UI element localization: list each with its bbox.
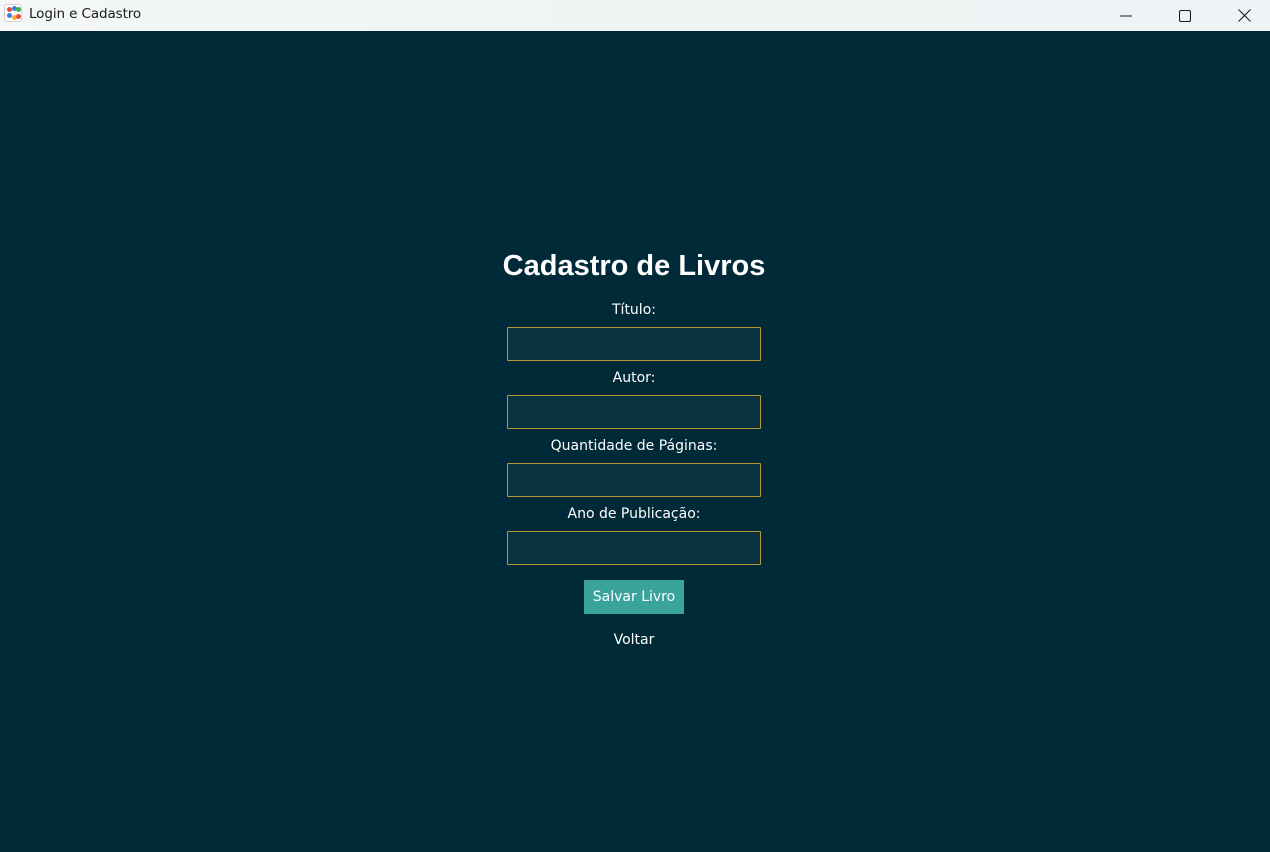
publication-year-field[interactable] bbox=[507, 531, 761, 565]
minimize-button[interactable] bbox=[1097, 0, 1155, 31]
author-label: Autor: bbox=[612, 370, 656, 386]
title-field[interactable] bbox=[507, 327, 761, 361]
close-button[interactable] bbox=[1215, 0, 1270, 31]
close-icon bbox=[1237, 9, 1251, 22]
maximize-button[interactable] bbox=[1156, 0, 1214, 31]
page-count-label: Quantidade de Páginas: bbox=[550, 438, 718, 454]
save-book-button[interactable]: Salvar Livro bbox=[584, 580, 684, 614]
minimize-icon bbox=[1120, 10, 1132, 22]
author-field[interactable] bbox=[507, 395, 761, 429]
page-title: Cadastro de Livros bbox=[502, 250, 766, 282]
maximize-icon bbox=[1179, 9, 1191, 22]
title-label: Título: bbox=[612, 302, 656, 318]
app-window: Login e Cadastro Cadastro de Livros Títu… bbox=[0, 0, 1270, 852]
title-bar[interactable]: Login e Cadastro bbox=[0, 0, 1270, 31]
back-link[interactable]: Voltar bbox=[0, 632, 1268, 648]
page-count-field[interactable] bbox=[507, 463, 761, 497]
window-title: Login e Cadastro bbox=[29, 6, 142, 22]
app-logo-icon bbox=[4, 4, 22, 22]
publication-year-label: Ano de Publicação: bbox=[567, 506, 701, 522]
